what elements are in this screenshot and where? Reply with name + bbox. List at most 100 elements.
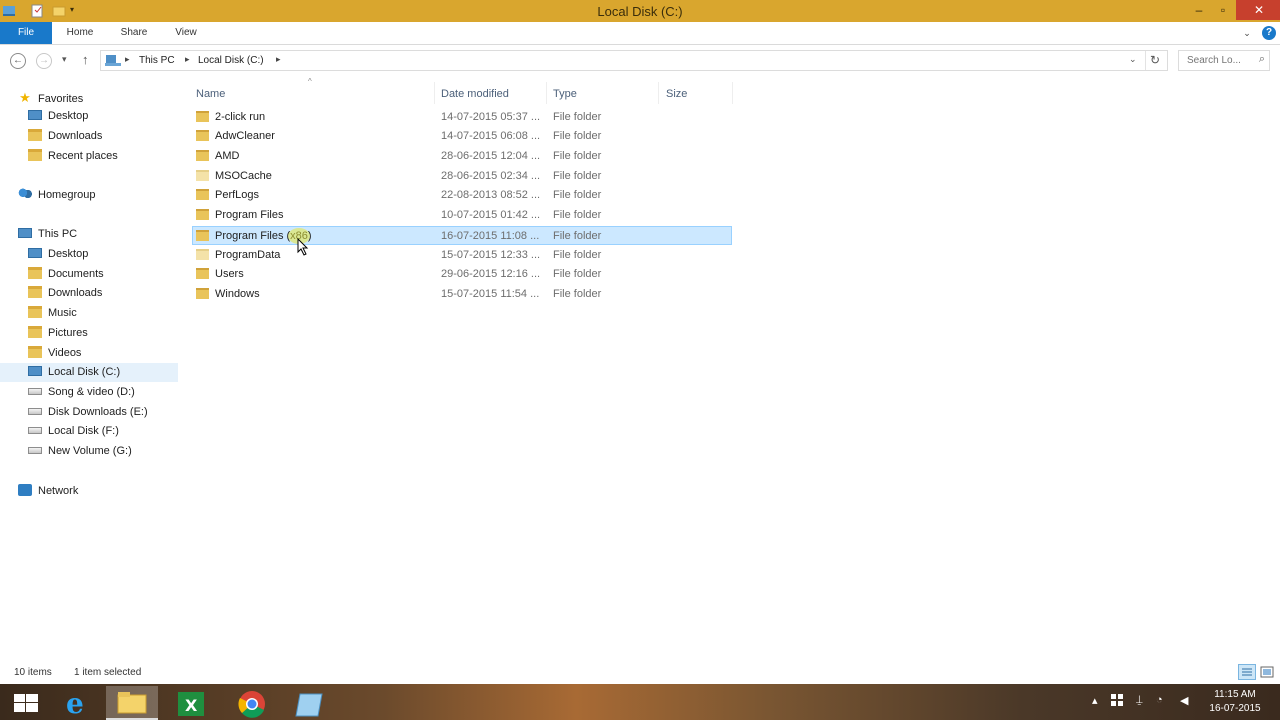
folder-icon	[196, 110, 209, 122]
nav-item-drive-d[interactable]: Song & video (D:)	[28, 383, 135, 402]
file-explorer-icon[interactable]	[106, 686, 158, 720]
back-button[interactable]: ←	[10, 53, 26, 69]
drive-icon	[28, 446, 42, 454]
chrome-icon[interactable]	[226, 686, 278, 720]
table-row[interactable]: ProgramData 15-07-2015 12:33 ... File fold…	[192, 246, 732, 265]
tab-share[interactable]: Share	[114, 22, 154, 44]
nav-item-downloads[interactable]: Downloads	[28, 127, 102, 146]
music-icon	[28, 306, 42, 319]
downloads-icon	[28, 129, 42, 142]
file-name: AMD	[196, 147, 239, 166]
file-date: 22-08-2013 08:52 ...	[441, 189, 541, 201]
nav-label: Favorites	[38, 93, 84, 105]
address-bar[interactable]: ▸ This PC ▸ Local Disk (C:) ▸ ⌄ ↻	[100, 50, 1168, 71]
nav-item-drive-f[interactable]: Local Disk (F:)	[28, 422, 119, 441]
nav-item-videos[interactable]: Videos	[28, 344, 81, 363]
this-pc-icon	[105, 54, 121, 70]
search-input[interactable]	[1185, 54, 1259, 67]
wifi-icon[interactable]: ◔	[1156, 694, 1163, 706]
nav-item-downloads[interactable]: Downloads	[28, 284, 102, 303]
file-type: File folder	[553, 189, 602, 201]
nav-favorites[interactable]: ★ Favorites	[18, 88, 83, 107]
table-row[interactable]: PerfLogs 22-08-2013 08:52 ... File folder	[192, 186, 732, 205]
nav-label: Disk Downloads (E:)	[48, 406, 148, 418]
breadcrumb-separator: ▸	[185, 54, 190, 64]
recent-locations-icon[interactable]: ▾	[62, 54, 67, 65]
table-row[interactable]: 2-click run 14-07-2015 05:37 ... File fold…	[192, 108, 732, 127]
table-row[interactable]: Windows 15-07-2015 11:54 ... File folder	[192, 285, 732, 304]
taskbar: e X ▴ ⍊ ◔ ◀ 11:15 AM 16-07-2015	[0, 684, 1280, 720]
table-row[interactable]: MSOCache 28-06-2015 02:34 ... File folder	[192, 167, 732, 186]
nav-label: Local Disk (C:)	[48, 366, 121, 378]
column-header-date[interactable]: Date modified	[441, 84, 509, 104]
search-box[interactable]: ⌕	[1178, 50, 1270, 71]
breadcrumb-local-disk[interactable]: Local Disk (C:)	[198, 55, 264, 66]
nav-item-drive-e[interactable]: Disk Downloads (E:)	[28, 403, 148, 422]
nav-item-desktop[interactable]: Desktop	[28, 245, 88, 264]
nav-item-desktop[interactable]: Desktop	[28, 107, 88, 126]
table-row[interactable]: Users 29-06-2015 12:16 ... File folder	[192, 265, 732, 284]
nav-network[interactable]: Network	[18, 482, 78, 501]
table-row-selected[interactable]: Program Files (x86) 16-07-2015 11:08 ... F…	[192, 226, 732, 245]
expand-ribbon-icon[interactable]: ⌄	[1240, 22, 1254, 44]
help-icon[interactable]: ?	[1262, 26, 1276, 40]
column-header-name[interactable]: Name	[196, 84, 225, 104]
clock[interactable]: 11:15 AM 16-07-2015	[1200, 688, 1270, 716]
minimize-button[interactable]: –	[1188, 0, 1210, 20]
network-status-icon[interactable]: ⍊	[1136, 694, 1143, 707]
action-center-icon[interactable]	[1110, 693, 1124, 710]
tab-file[interactable]: File	[0, 22, 52, 44]
forward-button[interactable]: →	[36, 53, 52, 69]
svg-text:X: X	[185, 696, 198, 715]
table-row[interactable]: AMD 28-06-2015 12:04 ... File folder	[192, 147, 732, 166]
show-hidden-icons-icon[interactable]: ▴	[1092, 694, 1098, 707]
notepad-icon[interactable]	[284, 686, 336, 720]
file-date: 28-06-2015 02:34 ...	[441, 170, 541, 182]
folder-icon	[196, 287, 209, 299]
file-name: 2-click run	[196, 108, 265, 127]
nav-item-recent-places[interactable]: Recent places	[28, 147, 118, 166]
breadcrumb-this-pc[interactable]: This PC	[139, 55, 175, 66]
sort-indicator-icon: ^	[308, 77, 312, 86]
maximize-button[interactable]: ▫	[1212, 0, 1234, 20]
close-button[interactable]: ✕	[1236, 0, 1280, 20]
nav-item-pictures[interactable]: Pictures	[28, 324, 88, 343]
excel-icon[interactable]: X	[166, 686, 218, 720]
file-type: File folder	[553, 130, 602, 142]
column-header-size[interactable]: Size	[666, 84, 687, 104]
file-type: File folder	[553, 230, 602, 242]
system-drive-icon	[28, 366, 42, 377]
details-view-icon[interactable]	[1238, 664, 1256, 680]
file-date: 28-06-2015 12:04 ...	[441, 150, 541, 162]
file-type: File folder	[553, 111, 602, 123]
tab-home[interactable]: Home	[60, 22, 100, 44]
file-name: Windows	[196, 285, 260, 304]
folder-icon	[196, 149, 209, 161]
column-header-type[interactable]: Type	[553, 84, 577, 104]
start-button[interactable]	[0, 686, 52, 720]
breadcrumb-separator: ▸	[125, 54, 130, 64]
nav-label: Videos	[48, 347, 82, 359]
folder-icon	[196, 129, 209, 141]
table-row[interactable]: AdwCleaner 14-07-2015 06:08 ... File folde…	[192, 127, 732, 146]
nav-item-music[interactable]: Music	[28, 304, 77, 323]
desktop-icon	[28, 110, 42, 121]
table-row[interactable]: Program Files 10-07-2015 01:42 ... File fo…	[192, 206, 732, 225]
volume-icon[interactable]: ◀	[1180, 694, 1188, 707]
large-icons-view-icon[interactable]	[1260, 665, 1274, 679]
nav-item-local-disk-c[interactable]: Local Disk (C:)	[0, 363, 178, 382]
file-type: File folder	[553, 249, 602, 261]
tab-view[interactable]: View	[166, 22, 206, 44]
nav-label: Downloads	[48, 287, 103, 299]
address-dropdown-icon[interactable]: ⌄	[1129, 54, 1137, 65]
nav-this-pc[interactable]: This PC	[18, 225, 77, 244]
nav-item-drive-g[interactable]: New Volume (G:)	[28, 442, 132, 461]
up-button[interactable]: ↑	[82, 52, 89, 67]
this-pc-icon	[18, 228, 32, 239]
nav-item-documents[interactable]: Documents	[28, 265, 104, 284]
search-icon[interactable]: ⌕	[1259, 53, 1265, 66]
nav-label: Local Disk (F:)	[48, 425, 119, 437]
nav-homegroup[interactable]: Homegroup	[18, 186, 95, 205]
refresh-icon[interactable]: ↻	[1150, 53, 1160, 67]
internet-explorer-icon[interactable]: e	[52, 686, 104, 720]
